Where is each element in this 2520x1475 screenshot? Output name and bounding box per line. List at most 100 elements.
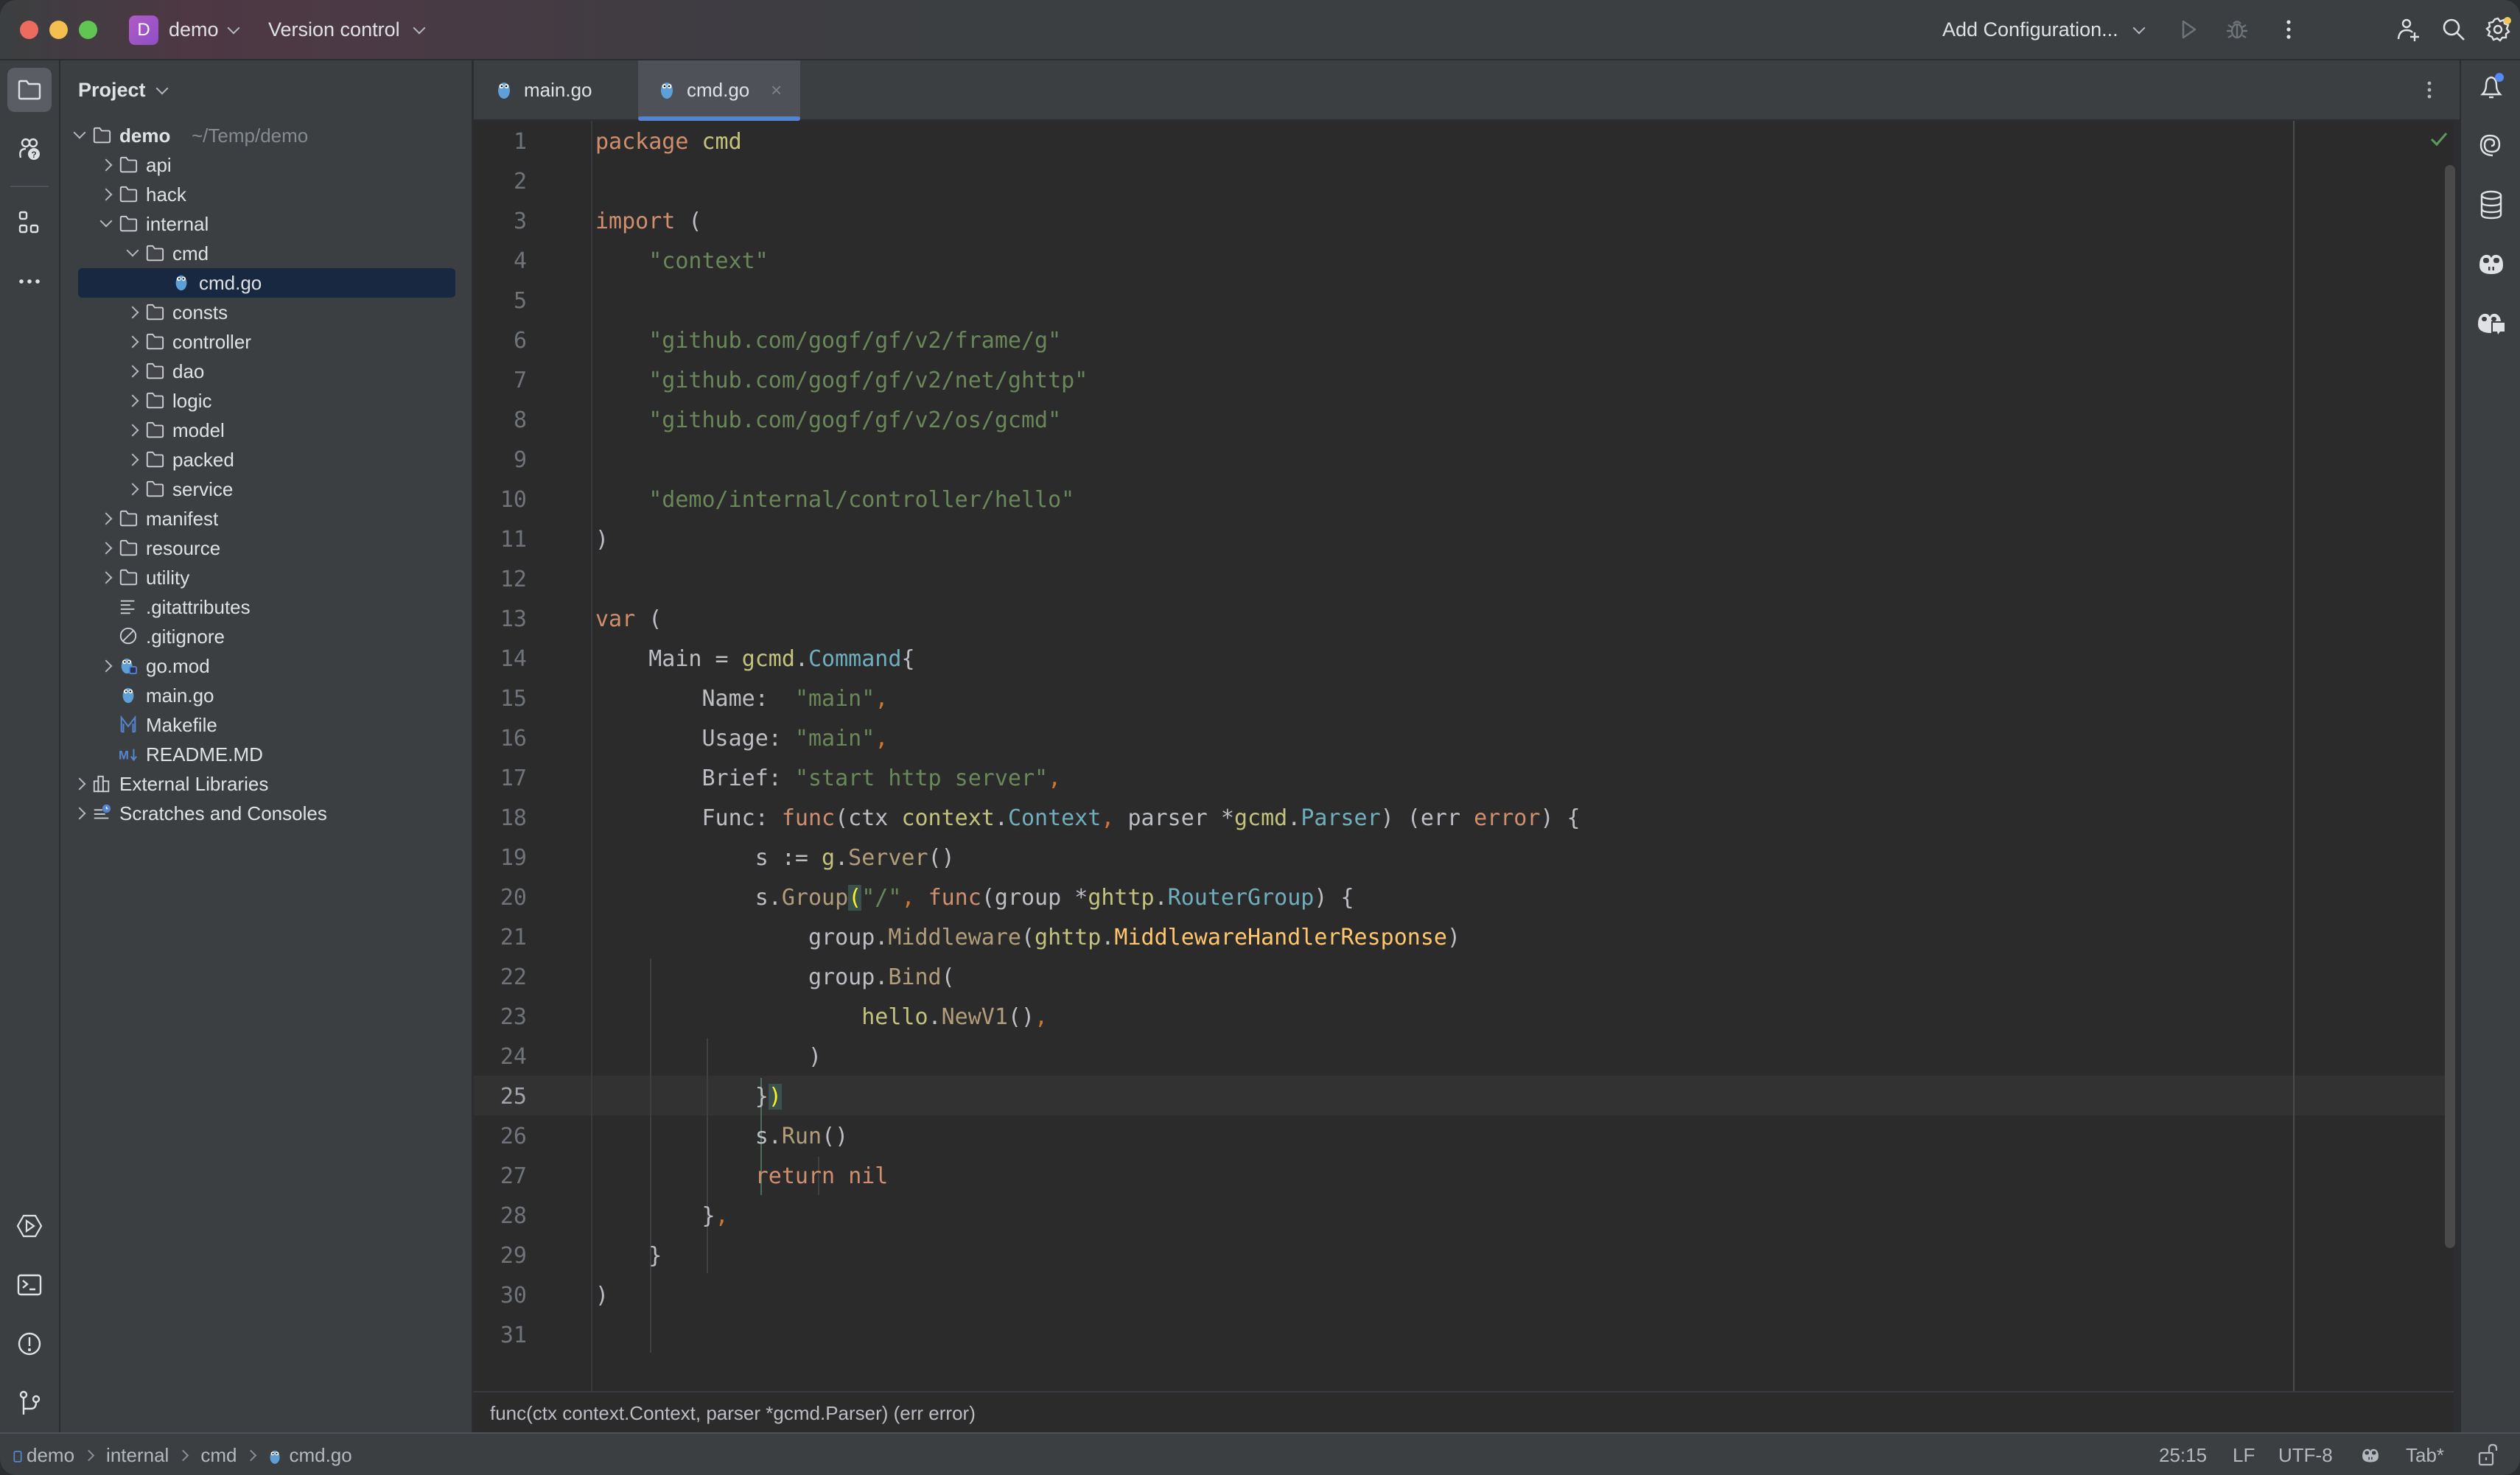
code-line[interactable]: 15 Name: "main", xyxy=(474,679,2286,719)
add-user-icon[interactable] xyxy=(2395,16,2421,43)
search-icon[interactable] xyxy=(2440,16,2467,43)
line-number[interactable]: 29 xyxy=(474,1236,527,1276)
chevron-down-icon[interactable] xyxy=(99,214,113,228)
code-line[interactable]: 31 xyxy=(474,1316,2286,1356)
code-line[interactable]: 26 s.Run() xyxy=(474,1117,2286,1157)
code-line[interactable]: 10 "demo/internal/controller/hello" xyxy=(474,480,2286,520)
chevron-right-icon[interactable] xyxy=(126,424,139,437)
project-badge[interactable]: D xyxy=(129,15,158,45)
more-tools-button[interactable] xyxy=(7,259,52,304)
breadcrumb-item[interactable]: demo xyxy=(27,1444,74,1466)
line-number[interactable]: 6 xyxy=(474,321,527,361)
copilot-status-icon[interactable] xyxy=(2359,1444,2381,1466)
code-line[interactable]: 11) xyxy=(474,520,2286,560)
chevron-right-icon[interactable] xyxy=(99,542,113,555)
line-number[interactable]: 18 xyxy=(474,799,527,838)
database-icon[interactable] xyxy=(2475,189,2507,221)
tree-item[interactable]: dao xyxy=(60,357,472,386)
code-line[interactable]: 24 ) xyxy=(474,1037,2286,1077)
notifications-icon[interactable] xyxy=(2475,71,2507,103)
code-line[interactable]: 4 "context" xyxy=(474,242,2286,281)
more-actions-icon[interactable] xyxy=(2275,16,2302,43)
code-editor[interactable]: 1 package cmd 2 3 import (4 "context" 5 6 "git… xyxy=(474,121,2455,1391)
line-number[interactable]: 26 xyxy=(474,1117,527,1157)
chevron-right-icon[interactable] xyxy=(126,394,139,407)
tree-item[interactable]: packed xyxy=(60,445,472,474)
code-line[interactable]: 23 hello.NewV1(), xyxy=(474,998,2286,1037)
tab-options-icon[interactable] xyxy=(2418,78,2441,102)
code-line[interactable]: 29 } xyxy=(474,1236,2286,1276)
line-number[interactable]: 30 xyxy=(474,1276,527,1316)
terminal-tool-button[interactable] xyxy=(7,1263,52,1307)
tree-item[interactable]: Scratches and Consoles xyxy=(60,799,472,828)
tree-item[interactable]: logic xyxy=(60,386,472,416)
chevron-right-icon[interactable] xyxy=(126,453,139,466)
code-line[interactable]: 13 var ( xyxy=(474,600,2286,640)
chevron-right-icon[interactable] xyxy=(126,335,139,348)
tree-item[interactable]: main.go xyxy=(60,681,472,710)
line-number[interactable]: 24 xyxy=(474,1037,527,1077)
services-tool-button[interactable] xyxy=(7,1204,52,1248)
tab-cmd-go[interactable]: cmd.go × xyxy=(638,60,800,121)
unlock-icon[interactable] xyxy=(2477,1443,2499,1468)
code-line[interactable]: 14 Main = gcmd.Command{ xyxy=(474,640,2286,679)
project-view-selector[interactable]: Project xyxy=(78,74,169,106)
tree-item[interactable]: .gitignore xyxy=(60,622,472,651)
code-line[interactable]: 8 "github.com/gogf/gf/v2/os/gcmd" xyxy=(474,401,2286,441)
chevron-right-icon[interactable] xyxy=(126,365,139,378)
tree-item[interactable]: controller xyxy=(60,327,472,357)
line-number[interactable]: 13 xyxy=(474,600,527,640)
code-line[interactable]: 17 Brief: "start http server", xyxy=(474,759,2286,799)
close-window-button[interactable] xyxy=(20,21,38,39)
code-line[interactable]: 19 s := g.Server() xyxy=(474,838,2286,878)
code-line[interactable]: 5 xyxy=(474,281,2286,321)
tree-item[interactable]: internal xyxy=(60,209,472,239)
chevron-right-icon[interactable] xyxy=(99,158,113,172)
line-number[interactable]: 1 xyxy=(474,122,527,162)
code-line[interactable]: 7 "github.com/gogf/gf/v2/net/ghttp" xyxy=(474,361,2286,401)
code-line[interactable]: 16 Usage: "main", xyxy=(474,719,2286,759)
line-number[interactable]: 10 xyxy=(474,480,527,520)
no-problems-check-icon[interactable] xyxy=(2428,128,2450,150)
indent-settings[interactable]: Tab* xyxy=(2406,1434,2444,1475)
tree-item[interactable]: utility xyxy=(60,563,472,592)
debug-icon[interactable] xyxy=(2224,16,2250,43)
breadcrumb-item[interactable]: internal xyxy=(106,1444,169,1466)
maximize-window-button[interactable] xyxy=(79,21,97,39)
chevron-right-icon[interactable] xyxy=(99,659,113,673)
git-tool-button[interactable] xyxy=(7,1381,52,1425)
code-line[interactable]: 9 xyxy=(474,441,2286,480)
line-number[interactable]: 9 xyxy=(474,441,527,480)
code-line[interactable]: 18 Func: func(ctx context.Context, parse… xyxy=(474,799,2286,838)
chevron-down-icon[interactable] xyxy=(73,126,86,139)
line-number[interactable]: 17 xyxy=(474,759,527,799)
tree-item[interactable]: manifest xyxy=(60,504,472,533)
line-number[interactable]: 25 xyxy=(474,1077,527,1117)
tree-item[interactable]: hack xyxy=(60,180,472,209)
tree-item[interactable]: go.mod xyxy=(60,651,472,681)
project-switcher[interactable]: demo xyxy=(169,15,240,44)
line-separator[interactable]: LF xyxy=(2233,1434,2255,1475)
code-line[interactable]: 12 xyxy=(474,560,2286,600)
line-number[interactable]: 21 xyxy=(474,918,527,958)
line-number[interactable]: 20 xyxy=(474,878,527,918)
line-number[interactable]: 31 xyxy=(474,1316,527,1356)
project-tool-button[interactable] xyxy=(7,68,52,112)
editor-vertical-scrollbar[interactable] xyxy=(2445,165,2455,1248)
code-line[interactable]: 30) xyxy=(474,1276,2286,1316)
line-number[interactable]: 22 xyxy=(474,958,527,998)
caret-position[interactable]: 25:15 xyxy=(2159,1434,2207,1475)
code-line[interactable]: 20 s.Group("/", func(group *ghttp.Router… xyxy=(474,878,2286,918)
code-line[interactable]: 1 package cmd xyxy=(474,122,2286,162)
line-number[interactable]: 14 xyxy=(474,640,527,679)
copilot-icon[interactable] xyxy=(2475,248,2507,280)
tree-item[interactable]: cmd xyxy=(60,239,472,268)
code-line[interactable]: 21 group.Middleware(ghttp.MiddlewareHand… xyxy=(474,918,2286,958)
code-line[interactable]: 2 xyxy=(474,162,2286,202)
tree-item[interactable]: Makefile xyxy=(60,710,472,740)
line-number[interactable]: 11 xyxy=(474,520,527,560)
line-number[interactable]: 27 xyxy=(474,1157,527,1197)
tree-item[interactable]: resource xyxy=(60,533,472,563)
line-number[interactable]: 15 xyxy=(474,679,527,719)
line-number[interactable]: 12 xyxy=(474,560,527,600)
